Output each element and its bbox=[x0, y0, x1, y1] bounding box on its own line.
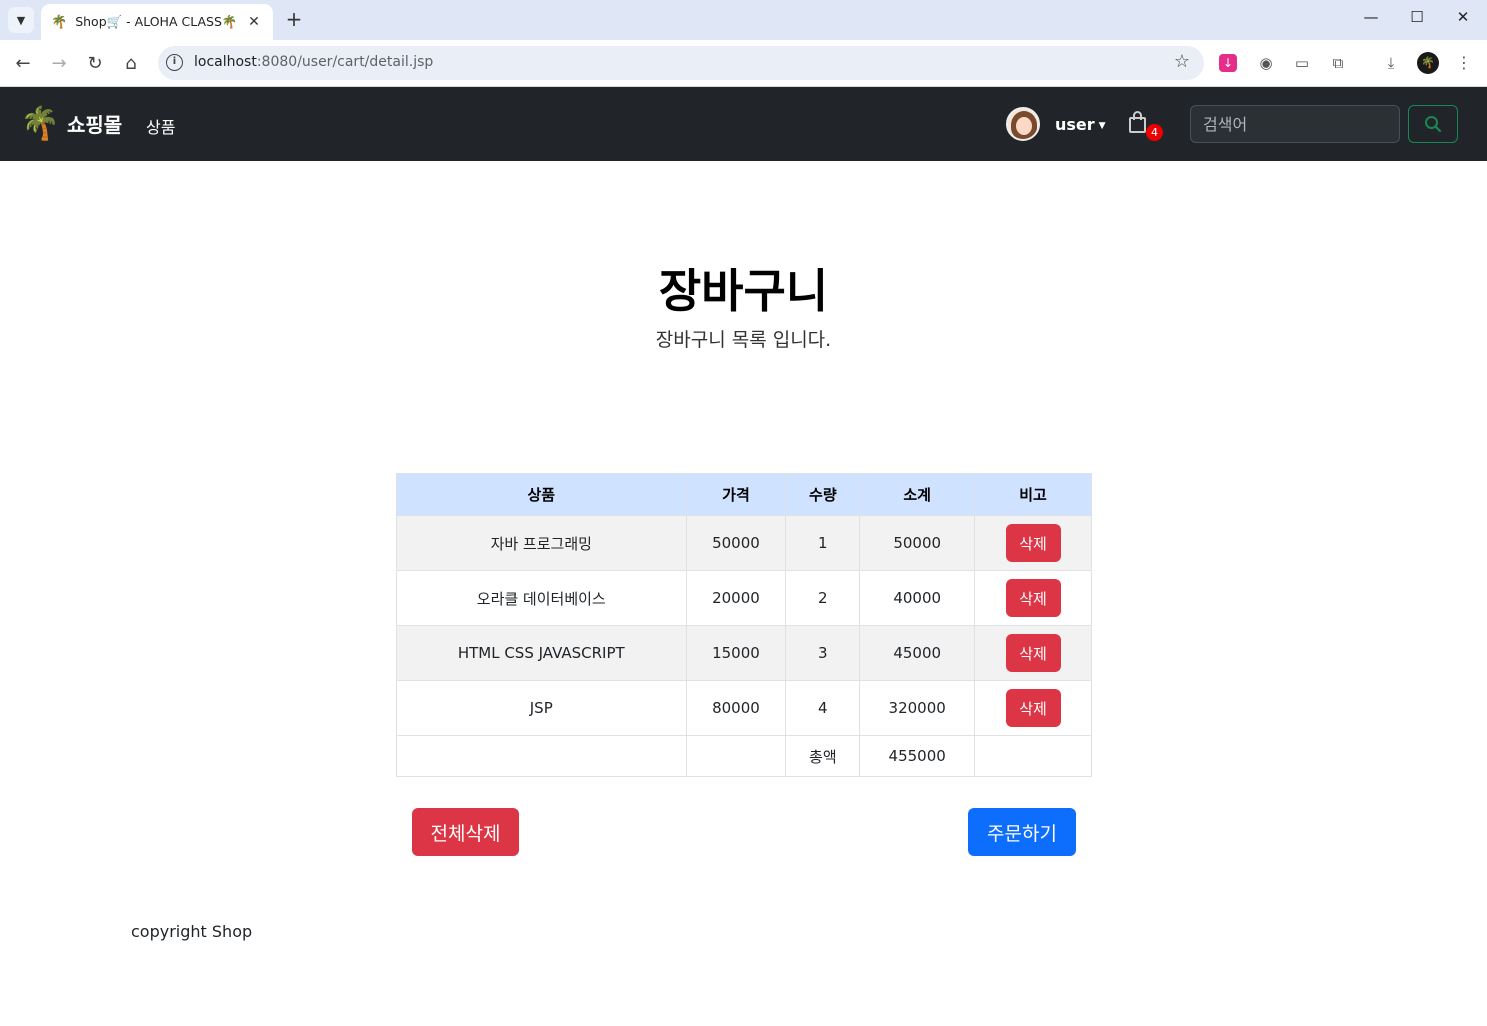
cell-price: 15000 bbox=[685, 625, 787, 681]
search-icon bbox=[1425, 116, 1442, 133]
cell-remarks: 삭제 bbox=[974, 680, 1092, 736]
total-row: 총액 455000 bbox=[396, 735, 1092, 777]
home-icon[interactable]: ⌂ bbox=[119, 52, 143, 76]
header-remarks: 비고 bbox=[974, 473, 1092, 516]
cell-remarks: 삭제 bbox=[974, 515, 1092, 571]
user-avatar[interactable] bbox=[1006, 107, 1040, 141]
cell-product: HTML CSS JAVASCRIPT bbox=[396, 625, 687, 681]
extension-download-icon[interactable]: ↓ bbox=[1219, 54, 1237, 72]
delete-item-button[interactable]: 삭제 bbox=[1005, 634, 1061, 672]
tab-list-button[interactable]: ▼ bbox=[8, 7, 34, 33]
nav-link-products[interactable]: 상품 bbox=[146, 114, 175, 138]
cell-price: 20000 bbox=[685, 570, 787, 626]
delete-item-button[interactable]: 삭제 bbox=[1005, 579, 1061, 617]
search-button[interactable] bbox=[1408, 105, 1458, 143]
total-value: 455000 bbox=[859, 735, 976, 777]
delete-item-button[interactable]: 삭제 bbox=[1005, 524, 1061, 562]
user-dropdown[interactable]: user ▼ bbox=[1055, 115, 1106, 134]
table-row: 오라클 데이터베이스 20000 2 40000 삭제 bbox=[396, 570, 1092, 626]
profile-avatar-icon[interactable]: 🌴 bbox=[1417, 52, 1439, 74]
browser-tab-active[interactable]: 🌴 Shop🛒 - ALOHA CLASS🌴 ✕ bbox=[41, 4, 273, 40]
browser-tabbar: ▼ 🌴 Shop🛒 - ALOHA CLASS🌴 ✕ + — ☐ ✕ bbox=[0, 0, 1487, 40]
address-bar[interactable]: i localhost:8080/user/cart/detail.jsp ☆ bbox=[158, 46, 1204, 80]
tab-title: Shop🛒 - ALOHA CLASS🌴 bbox=[75, 14, 238, 29]
header-price: 가격 bbox=[685, 473, 787, 516]
cell-subtotal: 50000 bbox=[859, 515, 976, 571]
back-icon[interactable]: ← bbox=[11, 52, 35, 76]
brand-palm-icon[interactable]: 🌴 bbox=[20, 105, 60, 141]
cell-quantity: 3 bbox=[785, 625, 861, 681]
table-row: 자바 프로그래밍 50000 1 50000 삭제 bbox=[396, 515, 1092, 571]
delete-all-button[interactable]: 전체삭제 bbox=[412, 808, 519, 856]
cell-empty bbox=[396, 735, 687, 777]
search-input[interactable] bbox=[1190, 105, 1400, 143]
tab-close-icon[interactable]: ✕ bbox=[245, 14, 263, 30]
cell-subtotal: 320000 bbox=[859, 680, 976, 736]
cell-remarks: 삭제 bbox=[974, 570, 1092, 626]
header-product: 상품 bbox=[396, 473, 687, 516]
cart-count-badge: 4 bbox=[1146, 124, 1163, 141]
caret-down-icon: ▼ bbox=[1098, 121, 1106, 131]
forward-icon[interactable]: → bbox=[47, 52, 71, 76]
cell-remarks: 삭제 bbox=[974, 625, 1092, 681]
header-subtotal: 소계 bbox=[859, 473, 976, 516]
cell-subtotal: 40000 bbox=[859, 570, 976, 626]
site-navbar: 🌴 쇼핑몰 상품 user ▼ 4 bbox=[0, 87, 1487, 161]
maximize-icon[interactable]: ☐ bbox=[1405, 8, 1429, 26]
bookmark-star-icon[interactable]: ☆ bbox=[1174, 51, 1190, 72]
cell-empty bbox=[974, 735, 1092, 777]
cell-product: JSP bbox=[396, 680, 687, 736]
table-header-row: 상품 가격 수량 소계 비고 bbox=[396, 473, 1092, 516]
new-tab-button[interactable]: + bbox=[283, 8, 305, 30]
cell-quantity: 4 bbox=[785, 680, 861, 736]
downloads-icon[interactable]: ⤓ bbox=[1380, 52, 1402, 74]
brand-link[interactable]: 쇼핑몰 bbox=[67, 109, 122, 138]
cell-subtotal: 45000 bbox=[859, 625, 976, 681]
cell-quantity: 2 bbox=[785, 570, 861, 626]
window-close-icon[interactable]: ✕ bbox=[1451, 8, 1475, 26]
tab-favicon-icon: 🌴 bbox=[51, 14, 68, 30]
order-button[interactable]: 주문하기 bbox=[968, 808, 1076, 856]
reload-icon[interactable]: ↻ bbox=[83, 52, 107, 76]
cell-empty bbox=[685, 735, 787, 777]
url-text[interactable]: localhost:8080/user/cart/detail.jsp bbox=[194, 54, 433, 70]
browser-toolbar: ← → ↻ ⌂ i localhost:8080/user/cart/detai… bbox=[0, 40, 1487, 87]
table-row: HTML CSS JAVASCRIPT 15000 3 45000 삭제 bbox=[396, 625, 1092, 681]
menu-kebab-icon[interactable]: ⋮ bbox=[1453, 52, 1475, 74]
table-row: JSP 80000 4 320000 삭제 bbox=[396, 680, 1092, 736]
minimize-icon[interactable]: — bbox=[1359, 8, 1383, 26]
extensions-puzzle-icon[interactable]: ⧉ bbox=[1327, 52, 1349, 74]
header-quantity: 수량 bbox=[785, 473, 861, 516]
cell-price: 80000 bbox=[685, 680, 787, 736]
cell-product: 오라클 데이터베이스 bbox=[396, 570, 687, 626]
cell-price: 50000 bbox=[685, 515, 787, 571]
delete-item-button[interactable]: 삭제 bbox=[1005, 689, 1061, 727]
cell-quantity: 1 bbox=[785, 515, 861, 571]
total-label: 총액 bbox=[785, 735, 861, 777]
page-title: 장바구니 bbox=[658, 264, 829, 318]
site-info-icon[interactable]: i bbox=[166, 54, 183, 71]
extension-cast-icon[interactable]: ▭ bbox=[1291, 52, 1313, 74]
extension-camera-icon[interactable]: ◉ bbox=[1255, 52, 1277, 74]
page-subtitle: 장바구니 목록 입니다. bbox=[655, 329, 832, 351]
cart-table: 상품 가격 수량 소계 비고 자바 프로그래밍 50000 1 50000 삭제… bbox=[396, 473, 1092, 777]
footer-copyright: copyright Shop bbox=[131, 922, 253, 941]
cell-product: 자바 프로그래밍 bbox=[396, 515, 687, 571]
